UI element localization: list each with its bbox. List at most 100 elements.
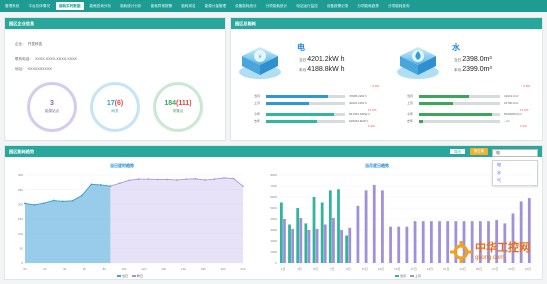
tab-3[interactable]: 能耗查询分析 xyxy=(87,2,115,10)
company-phone-label: 联系电话： xyxy=(15,57,33,61)
stat-gateways-label: 网关 xyxy=(111,109,119,113)
stat-sites[interactable]: 3 能源站点 xyxy=(30,85,74,129)
tab-0[interactable]: 管理系统 xyxy=(2,2,22,10)
electricity-row-0: 当月 70695.2kW h xyxy=(254,93,379,99)
electricity-row-1-bar xyxy=(266,101,310,105)
company-name-label: 企业： xyxy=(15,42,26,46)
energy-type-select[interactable]: 电 xyxy=(492,149,538,157)
tab-1[interactable]: 平台总体情况 xyxy=(25,2,53,10)
left-x-tick: 18h xyxy=(201,267,206,271)
yesterday-point xyxy=(185,178,187,180)
top-navigation: 管理系统 平台总体情况 能耗实时数据 能耗查询分析 能耗统计分析 能耗异常报警 … xyxy=(0,0,547,12)
trend-panel: 园区能耗趋势 导出 按日期 电 电 水 气 当日逐时趋势 当月逐日趋势 300 2… xyxy=(4,145,543,280)
electricity-year-trend: 17.6% xyxy=(368,108,377,112)
tab-5[interactable]: 能耗异常报警 xyxy=(148,2,176,10)
today-point xyxy=(90,183,93,186)
tab-12[interactable]: 分项能耗趋势 xyxy=(354,2,382,10)
right-x-tick: 19日 xyxy=(427,267,433,271)
tab-4[interactable]: 能耗统计分析 xyxy=(117,2,145,10)
tab-10[interactable]: 电站运行监控 xyxy=(293,2,321,10)
this-month-bar xyxy=(304,223,308,263)
left-legend-today: 当日 xyxy=(122,274,129,278)
water-row-1-label: 上月 xyxy=(407,101,414,105)
yesterday-point xyxy=(242,185,244,187)
hourly-chart: 300 250 200 150 100 50 00h 2h 4h 6h 8h 10h 12h 14h 16h… xyxy=(18,173,246,271)
left-y-tick: 50 xyxy=(20,247,24,251)
electricity-month-value: 4188.8kW h xyxy=(307,66,345,73)
yesterday-point xyxy=(194,178,197,180)
last-month-bar xyxy=(348,227,352,263)
today-point xyxy=(62,200,64,203)
electricity-today-value: 4201.2kW h xyxy=(307,56,345,63)
electricity-row-2: 今年 847033.18kW h xyxy=(254,111,379,117)
yesterday-point xyxy=(128,179,131,182)
yesterday-point xyxy=(175,179,178,181)
water-row-0: 当月 41013.0m³ xyxy=(407,93,534,99)
tab-2[interactable]: 能耗实时数据 xyxy=(55,2,84,10)
water-month-value: 2399.0m³ xyxy=(462,66,492,73)
energy-panel: 园区总能耗 ⚡ 电 当日 4201.2kW h 本月 4188.8kW h ↑ … xyxy=(230,17,543,141)
tab-7[interactable]: 能源计量管理 xyxy=(202,2,230,10)
electricity-trend: ↑ 0.3% xyxy=(370,84,380,88)
water-month: 本月 2399.0m³ xyxy=(454,66,492,73)
right-legend-last-month: 上月 xyxy=(414,274,421,278)
electricity-row-3-label: 去年 xyxy=(254,119,261,123)
right-y-tick: 3000 xyxy=(270,228,277,232)
last-month-bar xyxy=(397,226,401,263)
last-month-bar xyxy=(340,230,343,263)
electricity-title: 电 xyxy=(297,43,305,52)
today-point xyxy=(33,204,36,206)
left-x-tick: 4h xyxy=(63,267,67,271)
energy-heading: 园区总能耗 xyxy=(231,18,542,29)
watermark-sub: gkong.com xyxy=(475,255,505,261)
tab-9[interactable]: 分项能耗统计 xyxy=(263,2,291,10)
company-info-panel: 园区企业信息 企业： 开发科技 联系电话： XXXX-XXXX-XXXX-XXXX … xyxy=(4,17,226,141)
electricity-row-0-label: 当月 xyxy=(254,94,261,98)
company-address-value: XXXXXXXXXX xyxy=(27,67,52,71)
export-button[interactable]: 导出 xyxy=(449,148,466,155)
water-today-label: 当日 xyxy=(454,58,462,62)
energy-type-selected: 电 xyxy=(496,150,500,155)
left-x-tick: 0h xyxy=(23,267,27,271)
electricity-row-1: 上月 40921.2kW h xyxy=(254,100,379,106)
left-legend: 当日 昨日 xyxy=(117,274,143,278)
tab-11[interactable]: 设备报警记录 xyxy=(324,2,352,10)
electricity-row-0-bar xyxy=(266,94,328,98)
stat-gateways-count: 17 xyxy=(106,100,115,107)
yesterday-point xyxy=(118,182,121,185)
right-x-tick: 27日 xyxy=(492,267,498,271)
yesterday-point xyxy=(213,178,216,180)
right-y-tick: 5000 xyxy=(270,206,277,210)
tab-6[interactable]: 能耗排名 xyxy=(178,2,198,10)
this-month-bar xyxy=(288,224,291,263)
tab-8[interactable]: 设备能耗统计 xyxy=(232,2,260,10)
company-name-row: 企业： 开发科技 xyxy=(15,42,42,47)
last-month-bar xyxy=(291,228,295,263)
electricity-row-3-bar xyxy=(266,119,317,123)
stat-points[interactable]: 184(111) 采集点 xyxy=(156,85,200,129)
tab-13[interactable]: 分项能耗查询 xyxy=(385,2,413,10)
last-month-bar xyxy=(364,190,368,263)
right-y-tick: 2000 xyxy=(270,239,277,243)
water-row-3-value: --m³ xyxy=(504,119,510,123)
today-point xyxy=(109,185,112,188)
right-x-tick: 17日 xyxy=(410,267,416,271)
last-month-bar xyxy=(283,219,286,263)
left-y-tick: 200 xyxy=(18,203,23,207)
last-month-bar xyxy=(446,221,450,263)
water-row-2: 今年 5040086.0m³ xyxy=(407,111,534,117)
water-row-2-value: 5040086.0m³ xyxy=(504,112,522,116)
date-button[interactable]: 按日期 xyxy=(469,148,488,155)
last-month-bar xyxy=(372,184,376,263)
water-row-1: 上月 24790.0m³ xyxy=(407,100,534,106)
stat-gateways[interactable]: 17(6) 网关 xyxy=(93,85,137,129)
water-last-trend: 2.3% xyxy=(520,124,527,128)
today-point xyxy=(71,199,74,202)
left-y-tick: 0 xyxy=(21,261,23,265)
this-month-bar xyxy=(296,208,300,263)
water-row-0-value: 41013.0m³ xyxy=(504,94,519,98)
last-month-bar xyxy=(405,226,409,263)
water-today-value: 2398.0m³ xyxy=(462,56,492,63)
last-month-bar xyxy=(413,221,417,263)
right-x-tick: 1日 xyxy=(281,267,286,271)
